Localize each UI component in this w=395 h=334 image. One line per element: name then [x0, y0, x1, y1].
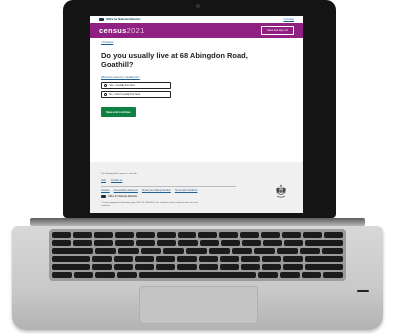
main-content: < Previous Do you usually live at 68 Abi… [90, 38, 303, 118]
option-yes-label: Yes, I usually live here [109, 84, 135, 87]
question-heading: Do you usually live at 68 Abingdon Road,… [101, 51, 248, 69]
footer-ons-logo: Office for National Statistics [101, 195, 292, 198]
privacy-link[interactable]: Privacy and data protection [142, 189, 171, 192]
royal-crest-icon [276, 184, 286, 198]
footer-legal-links: Cookies Accessibility statement Privacy … [101, 189, 292, 192]
ons-topbar: Office for National Statistics Cymraeg [90, 16, 303, 23]
trackpad[interactable] [139, 286, 258, 324]
ons-logo-icon [101, 195, 106, 198]
footer-intro: The following links open in a new tab [101, 173, 137, 175]
help-link[interactable]: Help [101, 179, 106, 182]
camera-icon [196, 4, 200, 8]
footer-divider [101, 186, 236, 187]
ons-logo-icon [99, 18, 104, 21]
language-link[interactable]: Cymraeg [283, 18, 294, 21]
terms-link[interactable]: Terms and conditions [175, 189, 198, 192]
previous-link[interactable]: < Previous [101, 41, 292, 44]
census-logo-word: census [99, 26, 127, 35]
keyboard [49, 229, 346, 281]
laptop-hinge [30, 218, 365, 226]
laptop-base [12, 226, 383, 330]
census-masthead: census2021 Save and sign out [90, 23, 303, 38]
census-logo: census2021 [99, 26, 145, 35]
accessibility-link[interactable]: Accessibility statement [114, 189, 138, 192]
copyright-text: © Crown copyright and database rights 20… [101, 202, 198, 207]
option-no-label: No, I don't usually live here [109, 93, 141, 96]
page-footer: The following links open in a new tab He… [90, 162, 303, 213]
browser-screen: Office for National Statistics Cymraeg c… [90, 16, 303, 213]
footer-links: Help Contact us [101, 179, 292, 182]
radio-icon[interactable] [104, 83, 108, 88]
save-sign-out-button[interactable]: Save and sign out [261, 26, 294, 35]
footer-ons-label: Office for National Statistics [108, 195, 138, 198]
census-logo-year: 2021 [126, 26, 145, 35]
radio-icon[interactable] [104, 92, 108, 97]
contact-link[interactable]: Contact us [111, 179, 122, 182]
what-we-mean-link[interactable]: What we mean by "usually live" [101, 75, 292, 79]
option-no[interactable]: No, I don't usually live here [101, 91, 171, 98]
status-light-icon [357, 290, 369, 292]
cookies-link[interactable]: Cookies [101, 189, 110, 192]
ons-logo[interactable]: Office for National Statistics [99, 18, 141, 21]
ons-label: Office for National Statistics [106, 18, 141, 21]
save-continue-button[interactable]: Save and continue [101, 107, 136, 117]
option-yes[interactable]: Yes, I usually live here [101, 82, 171, 89]
